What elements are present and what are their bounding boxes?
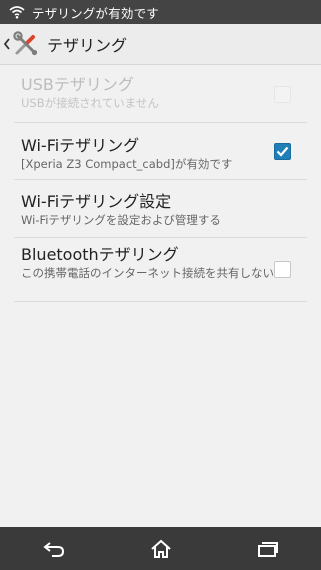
list-item-usb-tethering: USBテザリング USBが接続されていません [14,66,307,123]
action-bar: テザリング [0,24,321,65]
usb-tethering-title: USBテザリング [21,75,134,94]
list-item-wifi-tethering-settings[interactable]: Wi-Fiテザリング設定 Wi-Fiテザリングを設定および管理する [14,180,307,238]
wifi-tethering-summary: [Xperia Z3 Compact_cabd]が有効です [21,157,233,171]
recents-icon[interactable] [238,527,298,570]
settings-tools-icon[interactable] [13,31,39,57]
chevron-left-icon[interactable] [2,24,12,64]
home-icon[interactable] [131,527,191,570]
list-item-bluetooth-tethering[interactable]: Bluetoothテザリング この携帯電話のインターネット接続を共有しない [14,238,307,302]
bluetooth-tethering-title: Bluetoothテザリング [21,245,179,264]
page-title: テザリング [47,36,128,55]
checkmark-icon [276,146,289,157]
usb-tethering-summary: USBが接続されていません [21,96,159,110]
status-text: テザリングが有効です [32,5,160,21]
wifi-tethering-settings-title: Wi-Fiテザリング設定 [21,192,172,211]
navigation-bar [0,527,321,570]
tethering-list: USBテザリング USBが接続されていません Wi-Fiテザリング [Xperi… [14,66,307,302]
wifi-tethering-checkbox[interactable] [274,143,291,160]
wifi-tethering-title: Wi-Fiテザリング [21,136,140,155]
usb-tethering-checkbox [274,86,291,103]
status-bar: テザリングが有効です [0,0,321,24]
wifi-icon [6,3,28,21]
back-icon[interactable] [24,527,84,570]
list-item-wifi-tethering[interactable]: Wi-Fiテザリング [Xperia Z3 Compact_cabd]が有効です [14,123,307,180]
bluetooth-tethering-summary: この携帯電話のインターネット接続を共有しない [21,266,274,280]
bluetooth-tethering-checkbox[interactable] [274,261,291,278]
wifi-tethering-settings-summary: Wi-Fiテザリングを設定および管理する [21,213,221,227]
